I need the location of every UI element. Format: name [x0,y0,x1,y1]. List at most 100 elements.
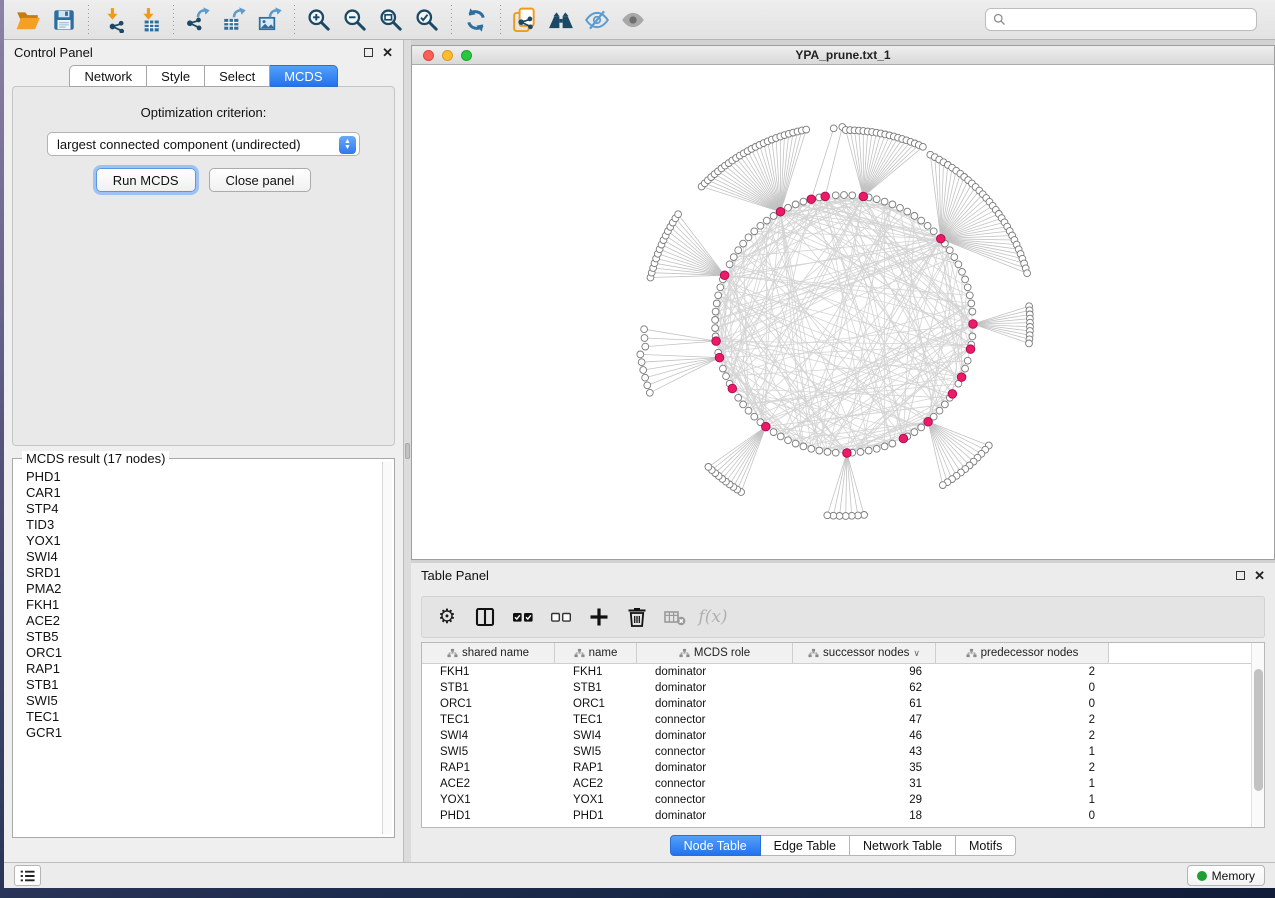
network-node[interactable] [785,437,792,444]
network-node[interactable] [955,261,962,268]
hide-details-icon[interactable] [579,4,615,36]
memory-button[interactable]: Memory [1187,865,1265,886]
mcds-result-item[interactable]: STB1 [26,677,382,693]
network-node[interactable] [889,440,896,447]
network-node[interactable] [712,308,719,315]
zoom-out-icon[interactable] [337,4,373,36]
network-node[interactable] [881,443,888,450]
network-node[interactable] [723,373,730,380]
network-node[interactable] [735,247,742,254]
table-row[interactable]: TEC1TEC1connector472 [422,712,1264,728]
deselect-all-icon[interactable] [544,600,578,634]
network-leaf-node[interactable] [705,464,712,471]
network-node[interactable] [763,217,770,224]
network-node[interactable] [757,222,764,229]
mcds-hub-node[interactable] [776,207,785,216]
network-leaf-node[interactable] [939,482,946,489]
network-node[interactable] [726,261,733,268]
network-leaf-node[interactable] [641,335,648,342]
tab-motifs[interactable]: Motifs [956,835,1016,856]
network-node[interactable] [824,449,831,456]
mcds-hub-node[interactable] [728,384,737,393]
mcds-result-item[interactable]: FKH1 [26,597,382,613]
birds-eye-icon[interactable] [543,4,579,36]
table-row[interactable]: PHD1PHD1dominator180 [422,808,1264,824]
network-node[interactable] [918,217,925,224]
clone-network-icon[interactable] [507,4,543,36]
network-leaf-node[interactable] [646,389,653,396]
add-column-icon[interactable] [582,600,616,634]
network-node[interactable] [740,240,747,247]
mcds-hub-node[interactable] [899,434,908,443]
network-node[interactable] [962,276,969,283]
mcds-hub-node[interactable] [859,192,868,201]
column-header-shared-name[interactable]: shared name [422,643,555,663]
network-node[interactable] [873,445,880,452]
network-node[interactable] [832,449,839,456]
column-header-successor-nodes[interactable]: successor nodes∨ [793,643,936,663]
network-node[interactable] [841,192,848,199]
network-node[interactable] [720,365,727,372]
table-row[interactable]: YOX1YOX1connector291 [422,792,1264,808]
mcds-result-item[interactable]: PMA2 [26,581,382,597]
table-close-panel-icon[interactable]: ✕ [1254,569,1265,582]
tab-network[interactable]: Network [69,65,147,87]
tab-style[interactable]: Style [147,65,205,87]
network-node[interactable] [897,204,904,211]
column-layout-icon[interactable] [468,600,502,634]
network-leaf-node[interactable] [644,382,651,389]
mcds-result-item[interactable]: ORC1 [26,645,382,661]
table-float-panel-icon[interactable] [1236,571,1245,580]
table-row[interactable]: FKH1FKH1dominator962 [422,664,1264,680]
network-node[interactable] [713,300,720,307]
mcds-hub-node[interactable] [948,390,957,399]
mcds-hub-node[interactable] [924,418,933,427]
refresh-layout-icon[interactable] [458,4,494,36]
run-mcds-button[interactable]: Run MCDS [96,168,196,192]
table-row[interactable]: RAP1RAP1dominator352 [422,760,1264,776]
mcds-result-item[interactable]: CAR1 [26,485,382,501]
mcds-result-item[interactable]: SWI5 [26,693,382,709]
open-folder-icon[interactable] [10,4,46,36]
mcds-result-item[interactable]: RAP1 [26,661,382,677]
search-input[interactable] [985,8,1257,31]
network-node[interactable] [946,247,953,254]
settings-gear-icon[interactable]: ⚙ [430,600,464,634]
network-leaf-node[interactable] [642,374,649,381]
mcds-result-item[interactable]: ACE2 [26,613,382,629]
network-leaf-node[interactable] [1026,340,1033,347]
network-node[interactable] [951,254,958,261]
network-node[interactable] [964,284,971,291]
function-builder-icon[interactable]: f(x) [696,600,730,634]
table-row[interactable]: SWI4SWI4dominator462 [422,728,1264,744]
delete-column-icon[interactable] [620,600,654,634]
network-leaf-node[interactable] [920,143,927,150]
network-node[interactable] [712,317,719,324]
network-node[interactable] [715,292,722,299]
network-leaf-node[interactable] [803,126,810,133]
mcds-result-item[interactable]: GCR1 [26,725,382,741]
network-node[interactable] [911,213,918,220]
network-node[interactable] [785,204,792,211]
network-node[interactable] [792,201,799,208]
tab-select[interactable]: Select [205,65,270,87]
mcds-result-item[interactable]: STP4 [26,501,382,517]
network-node[interactable] [816,447,823,454]
network-node[interactable] [857,449,864,456]
network-node[interactable] [942,401,949,408]
network-leaf-node[interactable] [824,512,831,519]
network-node[interactable] [959,268,966,275]
panel-splitter[interactable] [404,40,411,862]
network-node[interactable] [777,433,784,440]
column-header-predecessor-nodes[interactable]: predecessor nodes [936,643,1109,663]
float-panel-icon[interactable] [364,48,373,57]
network-node[interactable] [966,292,973,299]
network-node[interactable] [717,284,724,291]
criterion-dropdown[interactable]: largest connected component (undirected)… [47,132,360,156]
network-leaf-node[interactable] [637,351,644,358]
network-leaf-node[interactable] [642,343,649,350]
mcds-hub-node[interactable] [762,422,771,431]
tab-network-table[interactable]: Network Table [850,835,956,856]
task-history-button[interactable] [14,865,41,886]
mcds-hub-node[interactable] [821,192,830,201]
